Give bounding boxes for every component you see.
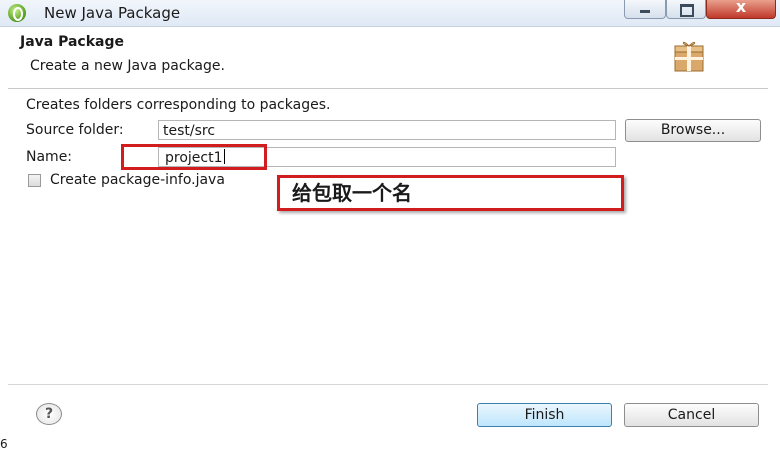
package-info-label: Create package-info.java xyxy=(50,172,225,188)
button-bar-separator xyxy=(8,384,768,385)
maximize-button[interactable] xyxy=(666,0,706,19)
banner-separator xyxy=(8,88,768,89)
annotation-callout: 给包取一个名 xyxy=(277,175,624,211)
page-number: 6 xyxy=(0,437,8,451)
banner-title: Java Package xyxy=(20,34,125,50)
name-label: Name: xyxy=(26,149,73,165)
window-title: New Java Package xyxy=(44,4,181,22)
source-folder-label: Source folder: xyxy=(26,122,124,138)
banner-description: Create a new Java package. xyxy=(30,58,225,74)
minimize-button[interactable] xyxy=(624,0,666,19)
source-folder-field[interactable]: test/src xyxy=(158,120,616,140)
eclipse-icon xyxy=(8,4,26,22)
browse-button[interactable]: Browse... xyxy=(625,119,761,142)
name-highlight-box xyxy=(121,144,267,170)
source-folder-value: test/src xyxy=(163,123,216,139)
title-bar[interactable]: New Java Package x xyxy=(0,0,780,27)
help-icon[interactable]: ? xyxy=(36,403,62,425)
cancel-button[interactable]: Cancel xyxy=(624,403,759,427)
wizard-banner: Java Package Create a new Java package. xyxy=(8,28,768,86)
package-box-icon xyxy=(674,41,704,72)
finish-button[interactable]: Finish xyxy=(477,403,612,427)
close-icon: x xyxy=(735,0,747,16)
intro-text: Creates folders corresponding to package… xyxy=(26,97,331,113)
close-button[interactable]: x xyxy=(706,0,776,19)
package-info-checkbox[interactable] xyxy=(28,174,41,187)
new-java-package-dialog: New Java Package x Java Package Create a… xyxy=(0,0,780,438)
